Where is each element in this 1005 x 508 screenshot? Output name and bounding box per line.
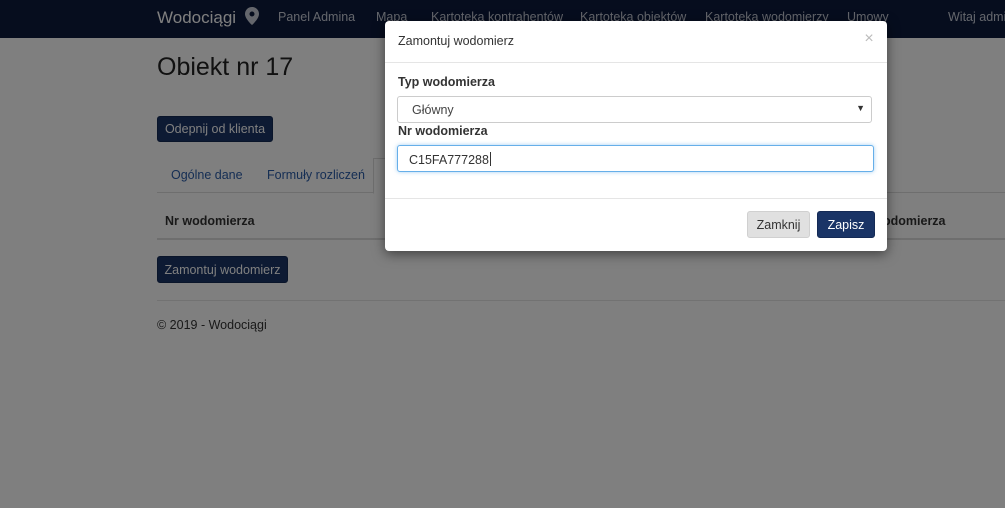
mount-meter-modal: Zamontuj wodomierz × Typ wodomierza Głów… [385, 21, 887, 251]
modal-footer-divider [385, 198, 887, 199]
modal-header: Zamontuj wodomierz × [385, 21, 887, 63]
chevron-down-icon: ▼ [856, 103, 865, 113]
text-cursor [489, 152, 491, 166]
meter-type-label: Typ wodomierza [398, 75, 496, 89]
meter-type-selected-value: Główny [412, 103, 454, 117]
close-button[interactable]: Zamknij [747, 211, 810, 238]
save-button[interactable]: Zapisz [817, 211, 875, 238]
page: Wodociągi Panel Admina Mapa Kartoteka ko… [0, 0, 1005, 508]
modal-title: Zamontuj wodomierz [398, 34, 515, 48]
meter-number-value: C15FA777288 [409, 152, 491, 167]
meter-number-label: Nr wodomierza [398, 124, 488, 138]
meter-type-select[interactable]: Główny ▼ [397, 96, 872, 123]
meter-number-input[interactable]: C15FA777288 [397, 145, 874, 172]
close-icon[interactable]: × [863, 31, 875, 47]
